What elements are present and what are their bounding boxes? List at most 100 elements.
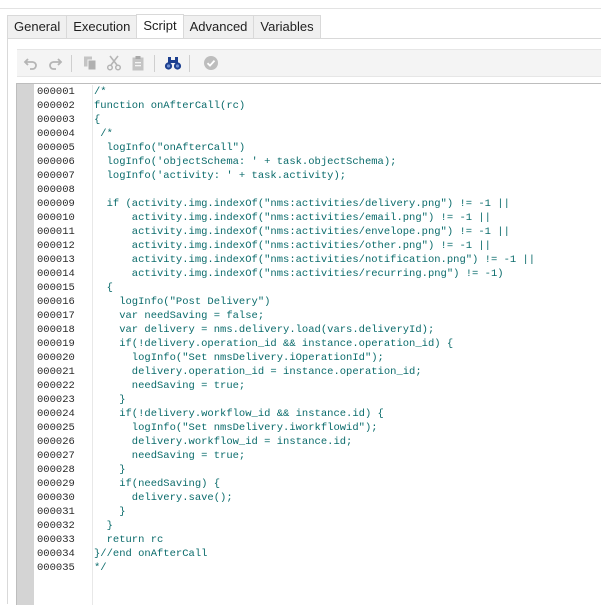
- code-line[interactable]: logInfo("onAfterCall"): [94, 141, 601, 155]
- code-line[interactable]: }: [94, 463, 601, 477]
- undo-button[interactable]: [21, 53, 41, 73]
- tab-script[interactable]: Script: [136, 14, 184, 39]
- code-line[interactable]: logInfo('activity: ' + task.activity);: [94, 169, 601, 183]
- code-line[interactable]: needSaving = true;: [94, 449, 601, 463]
- line-number: 000013: [37, 254, 75, 266]
- code-line[interactable]: activity.img.indexOf("nms:activities/not…: [94, 253, 601, 267]
- line-number: 000018: [37, 324, 75, 336]
- paste-icon: [132, 56, 144, 71]
- line-number: 000009: [37, 198, 75, 210]
- code-line[interactable]: }: [94, 393, 601, 407]
- code-line[interactable]: }: [94, 505, 601, 519]
- code-line[interactable]: logInfo("Set nmsDelivery.iOperationId");: [94, 351, 601, 365]
- script-panel: 000001 000002 000003 000004 000005 000006 0000…: [7, 38, 601, 605]
- code-line[interactable]: {: [94, 281, 601, 295]
- line-number: 000004: [37, 128, 75, 140]
- line-number: 000035: [37, 562, 75, 574]
- code-line[interactable]: /*: [94, 127, 601, 141]
- tab-variables[interactable]: Variables: [253, 15, 321, 38]
- code-line[interactable]: {: [94, 113, 601, 127]
- line-number: 000017: [37, 310, 75, 322]
- code-line[interactable]: activity.img.indexOf("nms:activities/rec…: [94, 267, 601, 281]
- tab-general[interactable]: General: [7, 15, 68, 38]
- line-number: 000028: [37, 464, 75, 476]
- line-number-column: 000001 000002 000003 000004 000005 000006 0000…: [36, 85, 93, 605]
- code-line[interactable]: if (activity.img.indexOf("nms:activities…: [94, 197, 601, 211]
- line-number: 000029: [37, 478, 75, 490]
- editor-margin: [17, 84, 34, 605]
- line-number: 000003: [37, 114, 75, 126]
- line-number: 000005: [37, 142, 75, 154]
- line-number: 000033: [37, 534, 75, 546]
- code-line[interactable]: delivery.save();: [94, 491, 601, 505]
- paste-button[interactable]: [128, 53, 148, 73]
- line-number: 000031: [37, 506, 75, 518]
- code-line[interactable]: logInfo('objectSchema: ' + task.objectSc…: [94, 155, 601, 169]
- line-number: 000001: [37, 86, 75, 98]
- code-line[interactable]: if(needSaving) {: [94, 477, 601, 491]
- code-line[interactable]: }//end onAfterCall: [94, 547, 601, 561]
- line-number: 000026: [37, 436, 75, 448]
- line-number: 000002: [37, 100, 75, 112]
- code-line[interactable]: delivery.workflow_id = instance.id;: [94, 435, 601, 449]
- code-line[interactable]: logInfo("Post Delivery"): [94, 295, 601, 309]
- window-top-strip: [0, 0, 601, 9]
- line-number: 000034: [37, 548, 75, 560]
- code-line[interactable]: var delivery = nms.delivery.load(vars.de…: [94, 323, 601, 337]
- line-number: 000016: [37, 296, 75, 308]
- code-line[interactable]: [94, 183, 601, 197]
- line-number: 000021: [37, 366, 75, 378]
- line-number: 000007: [37, 170, 75, 182]
- toolbar-separator: [154, 55, 155, 72]
- line-number: 000011: [37, 226, 75, 238]
- code-line[interactable]: activity.img.indexOf("nms:activities/ema…: [94, 211, 601, 225]
- check-syntax-icon: [204, 56, 218, 70]
- code-line[interactable]: */: [94, 561, 601, 575]
- tab-execution[interactable]: Execution: [66, 15, 138, 38]
- toolbar-separator: [189, 55, 190, 72]
- code-line[interactable]: }: [94, 519, 601, 533]
- code-line[interactable]: /*: [94, 85, 601, 99]
- code-line[interactable]: if(!delivery.operation_id && instance.op…: [94, 337, 601, 351]
- code-line[interactable]: delivery.operation_id = instance.operati…: [94, 365, 601, 379]
- toolbar-separator: [71, 55, 72, 72]
- line-number: 000008: [37, 184, 75, 196]
- code-line[interactable]: activity.img.indexOf("nms:activities/oth…: [94, 239, 601, 253]
- tab-advanced[interactable]: Advanced: [182, 15, 255, 38]
- code-line[interactable]: var needSaving = false;: [94, 309, 601, 323]
- line-number: 000030: [37, 492, 75, 504]
- redo-icon: [49, 58, 63, 70]
- code-line[interactable]: function onAfterCall(rc): [94, 99, 601, 113]
- code-line[interactable]: needSaving = true;: [94, 379, 601, 393]
- redo-button[interactable]: [45, 53, 65, 73]
- tab-bar: General Execution Script Advanced Variab…: [7, 14, 321, 39]
- copy-icon: [84, 56, 97, 71]
- line-number: 000012: [37, 240, 75, 252]
- code-line[interactable]: if(!delivery.workflow_id && instance.id)…: [94, 407, 601, 421]
- code-line[interactable]: return rc: [94, 533, 601, 547]
- line-number: 000020: [37, 352, 75, 364]
- line-number: 000023: [37, 394, 75, 406]
- line-number: 000027: [37, 450, 75, 462]
- line-number: 000015: [37, 282, 75, 294]
- code-area[interactable]: /* function onAfterCall(rc){ /* logInfo("…: [94, 85, 601, 575]
- copy-button[interactable]: [80, 53, 100, 73]
- line-number: 000019: [37, 338, 75, 350]
- cut-button[interactable]: [104, 53, 124, 73]
- line-number: 000022: [37, 380, 75, 392]
- code-line[interactable]: activity.img.indexOf("nms:activities/env…: [94, 225, 601, 239]
- line-number: 000025: [37, 422, 75, 434]
- cut-icon: [106, 55, 122, 71]
- find-button[interactable]: [163, 53, 183, 73]
- binoculars-icon: [164, 57, 182, 70]
- line-number: 000006: [37, 156, 75, 168]
- line-number: 000014: [37, 268, 75, 280]
- check-syntax-button[interactable]: [201, 53, 221, 73]
- editor-toolbar: [17, 49, 601, 77]
- line-number: 000024: [37, 408, 75, 420]
- code-line[interactable]: logInfo("Set nmsDelivery.iworkflowid");: [94, 421, 601, 435]
- line-number: 000032: [37, 520, 75, 532]
- undo-icon: [23, 58, 37, 70]
- line-number: 000010: [37, 212, 75, 224]
- code-editor[interactable]: 000001 000002 000003 000004 000005 000006 0000…: [16, 83, 601, 605]
